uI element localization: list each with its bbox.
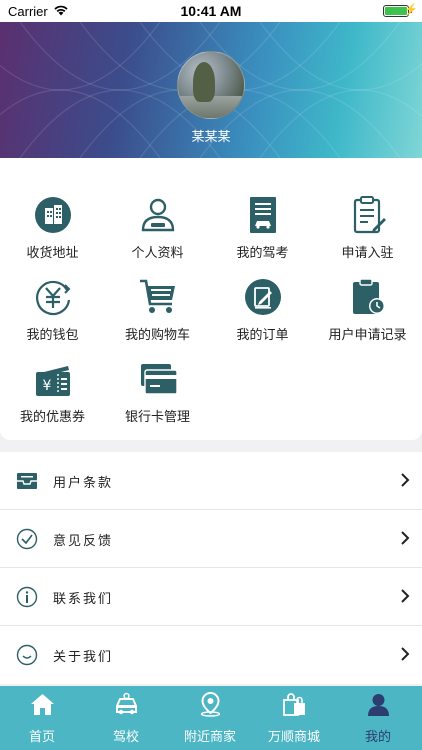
list-item-feedback[interactable]: 意见反馈 xyxy=(0,510,422,568)
tab-label: 首页 xyxy=(28,730,55,745)
tab-mall[interactable]: 万顺商城 xyxy=(252,686,336,750)
charging-icon: ⚡ xyxy=(404,4,418,16)
location-icon xyxy=(200,692,221,717)
application-record-icon xyxy=(353,278,385,314)
user-icon xyxy=(368,694,389,716)
status-time: 10:41 AM xyxy=(180,3,242,19)
car-icon xyxy=(116,692,137,715)
tab-bar: 首页 驾校 附近商家 万顺商城 我的 xyxy=(0,686,422,750)
home-icon xyxy=(31,694,54,715)
grid-label: 我的购物车 xyxy=(124,328,190,343)
tab-label: 附近商家 xyxy=(183,730,236,745)
tab-label: 驾校 xyxy=(112,730,139,745)
feature-grid: 收货地址 个人资料 我的驾考 申请入驻 我的钱包 我的购物车 我的订单 用户申请… xyxy=(0,158,422,440)
grid-label: 我的驾考 xyxy=(236,246,289,261)
person-icon xyxy=(141,198,175,232)
check-circle-icon xyxy=(16,528,38,550)
mail-icon xyxy=(17,473,37,489)
bank-card-icon xyxy=(141,364,177,395)
grid-label: 银行卡管理 xyxy=(124,410,190,425)
tab-label: 我的 xyxy=(364,730,391,745)
grid-label: 我的钱包 xyxy=(26,328,79,343)
list-item-about[interactable]: 关于我们 xyxy=(0,626,422,684)
grid-item-address[interactable]: 收货地址 xyxy=(0,196,105,276)
order-edit-icon xyxy=(245,279,281,315)
chevron-right-icon xyxy=(401,589,410,603)
building-icon xyxy=(35,197,71,233)
list-label: 关于我们 xyxy=(53,650,114,665)
tab-label: 万顺商城 xyxy=(267,730,320,745)
chevron-right-icon xyxy=(401,473,410,487)
coupon-icon: ¥ xyxy=(36,366,70,396)
list-label: 用户条款 xyxy=(53,476,114,491)
grid-item-orders[interactable]: 我的订单 xyxy=(210,278,315,358)
grid-item-driving-test[interactable]: 我的驾考 xyxy=(210,196,315,276)
list-item-contact[interactable]: 联系我们 xyxy=(0,568,422,626)
chevron-right-icon xyxy=(401,531,410,545)
grid-item-apply[interactable]: 申请入驻 xyxy=(315,196,420,276)
yuan-wallet-icon xyxy=(36,280,71,316)
clipboard-edit-icon xyxy=(353,196,386,234)
tab-mine[interactable]: 我的 xyxy=(336,686,420,750)
grid-item-application-records[interactable]: 用户申请记录 xyxy=(315,278,420,358)
list-label: 联系我们 xyxy=(53,592,114,607)
list-item-terms[interactable]: 用户条款 xyxy=(0,452,422,510)
tab-driving-school[interactable]: 驾校 xyxy=(84,686,168,750)
grid-label: 申请入驻 xyxy=(341,246,394,261)
grid-label: 个人资料 xyxy=(131,246,184,261)
driving-test-icon xyxy=(250,197,276,233)
grid-label: 用户申请记录 xyxy=(328,328,407,343)
cart-icon xyxy=(140,279,175,313)
grid-label: 收货地址 xyxy=(26,246,79,261)
info-icon xyxy=(16,586,38,608)
tab-nearby-merchants[interactable]: 附近商家 xyxy=(168,686,252,750)
grid-label: 我的优惠券 xyxy=(19,410,85,425)
grid-item-wallet[interactable]: 我的钱包 xyxy=(0,278,105,358)
avatar[interactable] xyxy=(177,51,245,119)
list-label: 意见反馈 xyxy=(53,534,114,549)
shopping-bag-icon xyxy=(283,693,305,716)
status-bar: Carrier 10:41 AM ⚡ xyxy=(0,0,422,22)
profile-header: 某某某 xyxy=(0,22,422,158)
username: 某某某 xyxy=(191,130,231,145)
settings-list: 用户条款 意见反馈 联系我们 关于我们 xyxy=(0,452,422,684)
tab-home[interactable]: 首页 xyxy=(0,686,84,750)
grid-item-bank-cards[interactable]: 银行卡管理 xyxy=(105,360,210,440)
grid-item-coupons[interactable]: ¥ 我的优惠券 xyxy=(0,360,105,440)
smile-icon xyxy=(16,644,38,666)
chevron-right-icon xyxy=(401,647,410,661)
grid-item-cart[interactable]: 我的购物车 xyxy=(105,278,210,358)
grid-item-profile[interactable]: 个人资料 xyxy=(105,196,210,276)
svg-text:¥: ¥ xyxy=(43,378,52,394)
grid-label: 我的订单 xyxy=(236,328,289,343)
